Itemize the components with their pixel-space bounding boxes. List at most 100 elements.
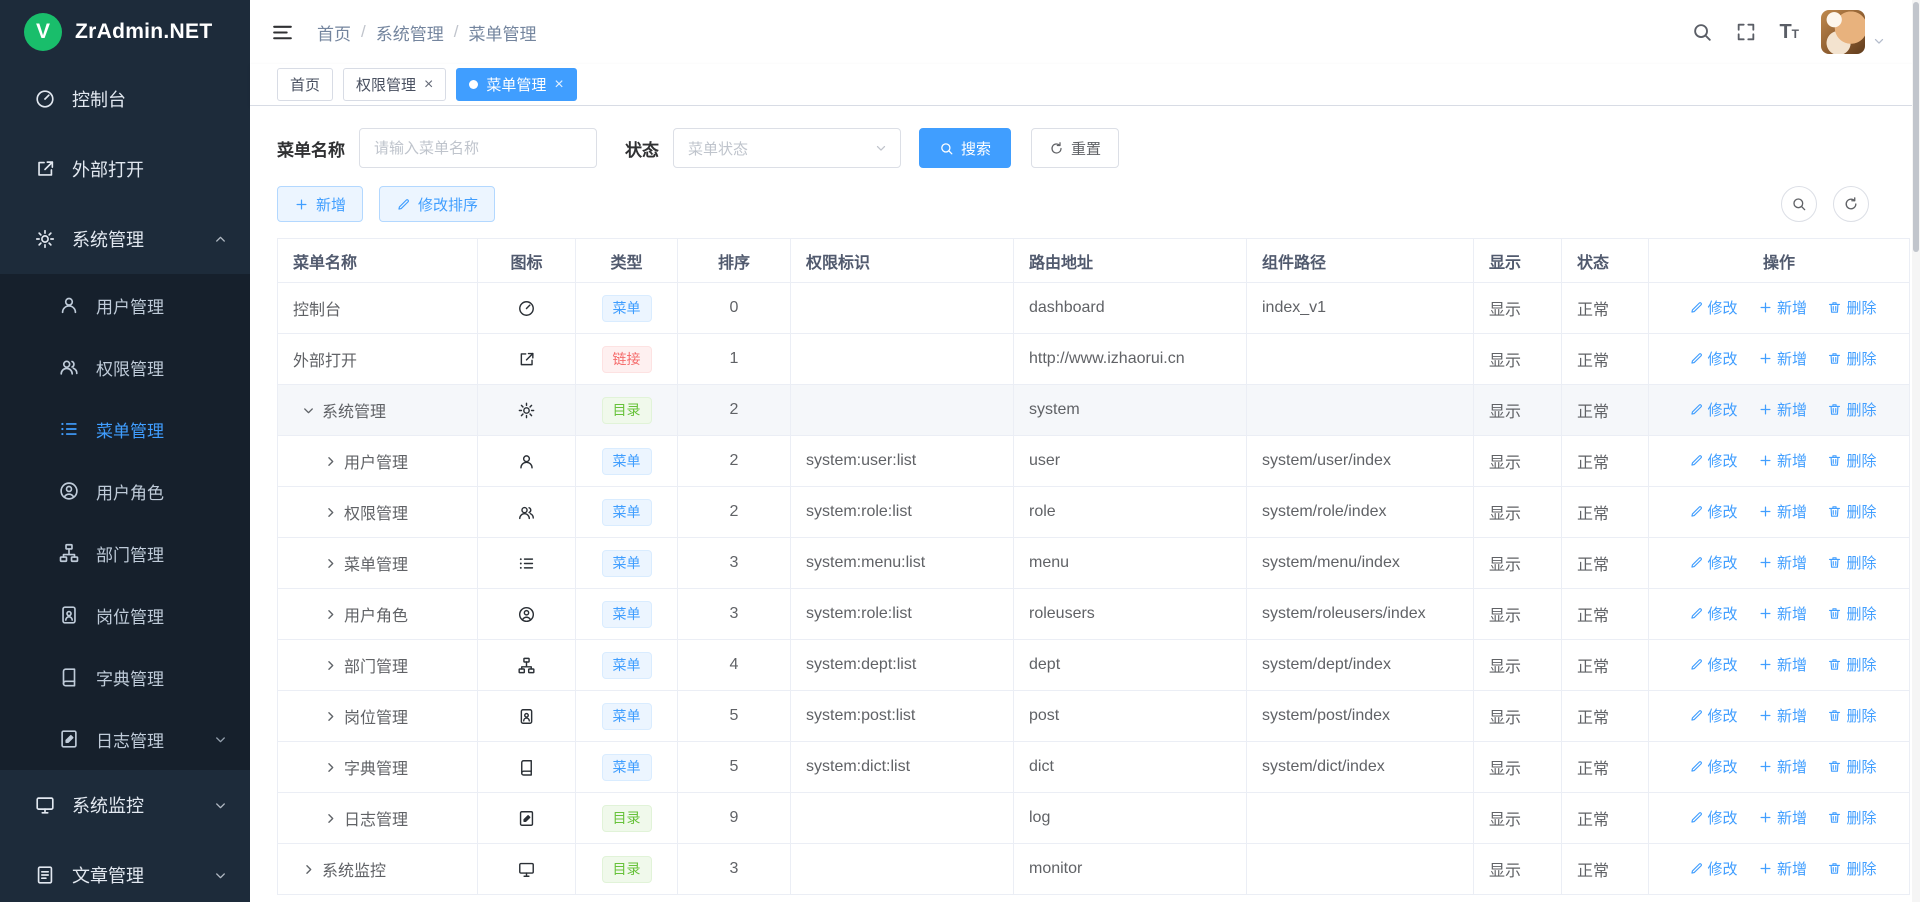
avatar-caret-icon[interactable] <box>1872 34 1886 48</box>
sidebar-item-menu[interactable]: 菜单管理 <box>0 398 250 460</box>
type-tag: 菜单 <box>602 499 652 526</box>
tree-toggle-icon[interactable] <box>323 505 338 520</box>
add-link[interactable]: 新增 <box>1758 552 1807 573</box>
edit-link[interactable]: 修改 <box>1689 501 1738 522</box>
tree-toggle-icon[interactable] <box>301 862 316 877</box>
delete-link[interactable]: 删除 <box>1827 297 1876 318</box>
delete-link[interactable]: 删除 <box>1827 552 1876 573</box>
type-tag: 菜单 <box>602 754 652 781</box>
perm-cell: system:role:list <box>791 487 1014 538</box>
sidebar-item-article[interactable]: 文章管理 <box>0 840 250 902</box>
menu-name-input[interactable] <box>359 128 597 168</box>
add-link[interactable]: 新增 <box>1758 348 1807 369</box>
status-cell: 正常 <box>1562 742 1649 793</box>
user-icon <box>517 452 536 471</box>
sidebar-item-roleusers[interactable]: 用户角色 <box>0 460 250 522</box>
add-link[interactable]: 新增 <box>1758 858 1807 879</box>
user-role-icon <box>517 605 536 624</box>
tree-toggle-icon[interactable] <box>323 811 338 826</box>
tree-toggle-icon[interactable] <box>323 454 338 469</box>
tree-toggle-icon[interactable] <box>323 760 338 775</box>
tree-toggle-icon[interactable] <box>323 658 338 673</box>
add-link[interactable]: 新增 <box>1758 756 1807 777</box>
scrollbar-thumb[interactable] <box>1913 2 1919 252</box>
tab-role[interactable]: 权限管理 × <box>343 68 446 101</box>
edit-link[interactable]: 修改 <box>1689 807 1738 828</box>
sidebar-item-log[interactable]: 日志管理 <box>0 708 250 770</box>
delete-link[interactable]: 删除 <box>1827 807 1876 828</box>
font-size-icon[interactable]: TT <box>1779 21 1799 44</box>
delete-link[interactable]: 删除 <box>1827 603 1876 624</box>
edit-link[interactable]: 修改 <box>1689 603 1738 624</box>
sidebar-item-dict[interactable]: 字典管理 <box>0 646 250 708</box>
close-icon[interactable]: × <box>554 77 563 93</box>
add-link[interactable]: 新增 <box>1758 705 1807 726</box>
close-icon[interactable]: × <box>424 77 433 93</box>
edit-link[interactable]: 修改 <box>1689 450 1738 471</box>
add-link[interactable]: 新增 <box>1758 297 1807 318</box>
table-refresh-icon[interactable] <box>1833 186 1869 222</box>
add-link[interactable]: 新增 <box>1758 501 1807 522</box>
route-cell: system <box>1014 385 1247 436</box>
edit-sort-button[interactable]: 修改排序 <box>379 186 495 222</box>
col-component: 组件路径 <box>1247 239 1474 283</box>
delete-link[interactable]: 删除 <box>1827 858 1876 879</box>
table-row: 外部打开 链接 1 http://www.izhaorui.cn 显示 正常 修… <box>278 334 1910 385</box>
type-tag: 目录 <box>602 856 652 883</box>
tree-toggle-icon[interactable] <box>323 556 338 571</box>
sidebar-item-system[interactable]: 系统管理 <box>0 204 250 274</box>
add-link[interactable]: 新增 <box>1758 654 1807 675</box>
component-cell <box>1247 844 1474 895</box>
sidebar-item-label: 用户管理 <box>96 293 228 318</box>
status-select[interactable]: 菜单状态 <box>673 128 901 168</box>
hamburger-icon[interactable] <box>270 20 295 45</box>
sidebar-item-role[interactable]: 权限管理 <box>0 336 250 398</box>
search-icon[interactable] <box>1691 21 1713 43</box>
add-link[interactable]: 新增 <box>1758 450 1807 471</box>
page-scrollbar[interactable] <box>1912 0 1920 902</box>
route-cell: menu <box>1014 538 1247 589</box>
edit-link[interactable]: 修改 <box>1689 654 1738 675</box>
sidebar-item-monitor[interactable]: 系统监控 <box>0 770 250 840</box>
breadcrumb-item-home[interactable]: 首页 <box>317 20 351 45</box>
add-link[interactable]: 新增 <box>1758 807 1807 828</box>
delete-link[interactable]: 删除 <box>1827 348 1876 369</box>
reset-button[interactable]: 重置 <box>1031 128 1119 168</box>
fullscreen-icon[interactable] <box>1735 21 1757 43</box>
tree-toggle-icon[interactable] <box>301 403 316 418</box>
avatar[interactable] <box>1821 10 1865 54</box>
delete-link[interactable]: 删除 <box>1827 399 1876 420</box>
sidebar-item-console[interactable]: 控制台 <box>0 64 250 134</box>
delete-link[interactable]: 删除 <box>1827 756 1876 777</box>
delete-link[interactable]: 删除 <box>1827 705 1876 726</box>
delete-link[interactable]: 删除 <box>1827 501 1876 522</box>
sidebar-item-user[interactable]: 用户管理 <box>0 274 250 336</box>
breadcrumb-item-system[interactable]: 系统管理 <box>376 20 444 45</box>
col-perm: 权限标识 <box>791 239 1014 283</box>
add-button[interactable]: 新增 <box>277 186 363 222</box>
edit-link[interactable]: 修改 <box>1689 756 1738 777</box>
sidebar-item-external[interactable]: 外部打开 <box>0 134 250 204</box>
add-link[interactable]: 新增 <box>1758 399 1807 420</box>
edit-link[interactable]: 修改 <box>1689 705 1738 726</box>
sidebar-item-post[interactable]: 岗位管理 <box>0 584 250 646</box>
delete-link[interactable]: 删除 <box>1827 450 1876 471</box>
edit-link[interactable]: 修改 <box>1689 297 1738 318</box>
table-search-icon[interactable] <box>1781 186 1817 222</box>
tab-home[interactable]: 首页 <box>277 68 333 101</box>
tree-toggle-icon[interactable] <box>323 607 338 622</box>
table-header: 菜单名称 图标 类型 排序 权限标识 路由地址 组件路径 显示 状态 操作 <box>278 239 1910 283</box>
delete-link[interactable]: 删除 <box>1827 654 1876 675</box>
add-link[interactable]: 新增 <box>1758 603 1807 624</box>
tab-menu-active[interactable]: 菜单管理 × <box>456 68 576 101</box>
menu-name-cell: 菜单管理 <box>344 551 408 575</box>
edit-link[interactable]: 修改 <box>1689 858 1738 879</box>
visible-cell: 显示 <box>1474 589 1562 640</box>
search-button[interactable]: 搜索 <box>919 128 1011 168</box>
menu-name-cell: 日志管理 <box>344 806 408 830</box>
edit-link[interactable]: 修改 <box>1689 399 1738 420</box>
edit-link[interactable]: 修改 <box>1689 348 1738 369</box>
tree-toggle-icon[interactable] <box>323 709 338 724</box>
sidebar-item-dept[interactable]: 部门管理 <box>0 522 250 584</box>
edit-link[interactable]: 修改 <box>1689 552 1738 573</box>
